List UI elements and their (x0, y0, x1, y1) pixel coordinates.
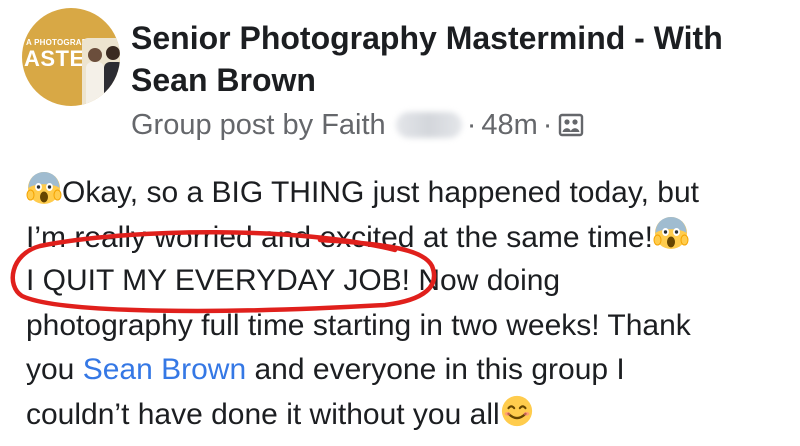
post-author[interactable]: Group post by Faith (131, 109, 386, 142)
post-timestamp[interactable]: 48m (481, 109, 537, 142)
avatar-head-1 (88, 48, 102, 62)
group-audience-icon[interactable] (557, 111, 585, 139)
avatar-head-2 (106, 46, 120, 60)
post-line-5-pre: you (26, 353, 83, 386)
group-avatar[interactable]: A PHOTOGRAPHY ASTER (22, 8, 120, 106)
circled-text: I QUIT MY EVERYDAY JOB! (26, 264, 411, 297)
avatar-person-groom (104, 62, 120, 106)
meta-separator: · (466, 108, 477, 141)
mention-link[interactable]: Sean Brown (83, 353, 246, 386)
post-line-2: I’m really worried and excited at the sa… (26, 215, 786, 260)
post-line-6: couldn’t have done it without you all (26, 393, 786, 438)
post-line-3: I QUIT MY EVERYDAY JOB! Now doing (26, 259, 786, 304)
post-text: Okay, so a BIG THING just happened today… (26, 170, 786, 437)
post-line-1: Okay, so a BIG THING just happened today… (26, 170, 786, 215)
redacted-author-name (395, 112, 462, 138)
meta-separator-2: · (542, 108, 553, 141)
post-line-4: photography full time starting in two we… (26, 304, 786, 349)
post-line-3-text: Now doing (410, 264, 561, 297)
post-line-5: you Sean Brown and everyone in this grou… (26, 348, 786, 393)
avatar-person-bride (86, 62, 104, 106)
post-line-4-text: photography full time starting in two we… (26, 308, 691, 342)
post-meta: Group post by Faith · 48m · (131, 107, 585, 143)
post-line-5-post: and everyone in this group I (246, 353, 625, 386)
post-line-2-text: I’m really worried and excited at the sa… (26, 220, 653, 254)
scream-emoji-2 (653, 215, 689, 265)
smile-emoji (500, 394, 534, 442)
scream-emoji (26, 170, 62, 220)
group-name-link[interactable]: Senior Photography Mastermind - With Sea… (131, 17, 781, 101)
post-line-6-text: couldn’t have done it without you all (26, 397, 500, 431)
post-line-1-text: Okay, so a BIG THING just happened today… (62, 176, 700, 209)
